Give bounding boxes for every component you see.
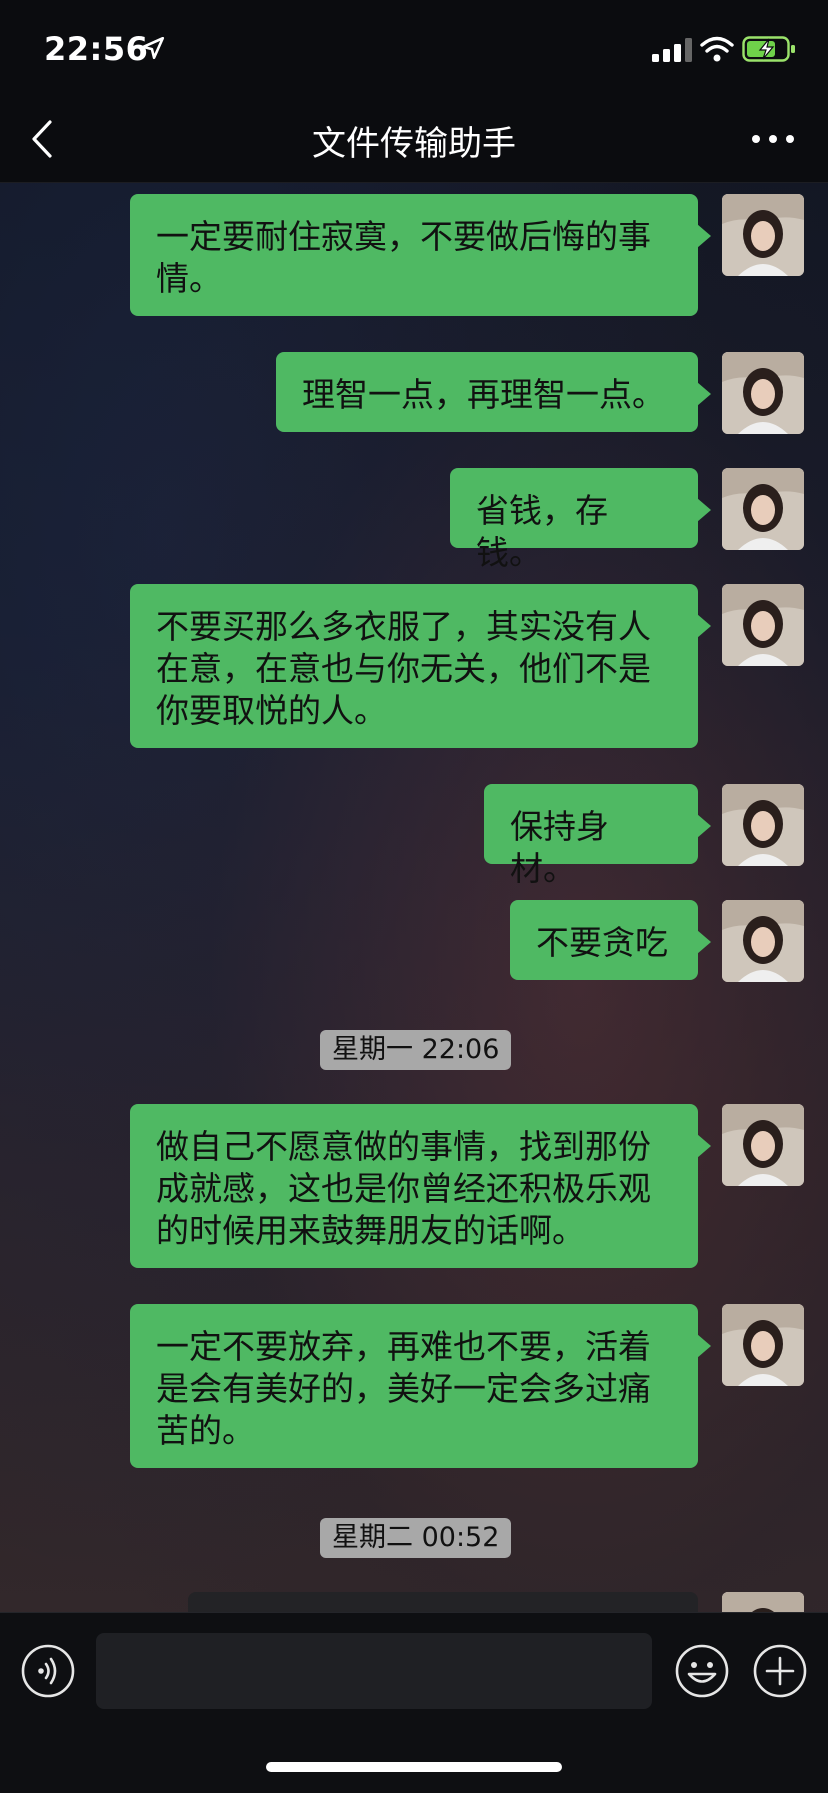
signal-icon <box>652 38 692 62</box>
nav-bar: 文件传输助手 <box>0 96 828 183</box>
location-arrow-icon <box>141 36 165 60</box>
wifi-icon <box>700 36 734 62</box>
home-indicator[interactable] <box>266 1762 562 1772</box>
avatar[interactable] <box>722 1304 804 1386</box>
plus-icon[interactable] <box>752 1643 808 1699</box>
avatar[interactable] <box>722 352 804 434</box>
avatar[interactable] <box>722 900 804 982</box>
portrait-icon <box>722 352 804 434</box>
portrait-icon <box>722 1104 804 1186</box>
message-input[interactable] <box>96 1633 652 1709</box>
voice-icon[interactable] <box>20 1643 76 1699</box>
status-time: 22:56 <box>44 30 149 68</box>
timestamp: 星期二 00:52 <box>320 1518 512 1558</box>
portrait-icon <box>722 468 804 550</box>
avatar[interactable] <box>722 784 804 866</box>
emoji-icon[interactable] <box>674 1643 730 1699</box>
message-bubble[interactable]: 一定要耐住寂寞，不要做后悔的事情。 <box>130 194 711 316</box>
timestamp: 星期一 22:06 <box>320 1030 512 1070</box>
message-bubble[interactable]: 不要贪吃 <box>510 900 711 980</box>
portrait-icon <box>722 194 804 276</box>
battery-charging-icon <box>742 36 795 62</box>
avatar[interactable] <box>722 194 804 276</box>
portrait-icon <box>722 1304 804 1386</box>
avatar[interactable] <box>722 468 804 550</box>
message-bubble[interactable]: 省钱，存钱。 <box>450 468 711 572</box>
more-dots-icon[interactable] <box>748 124 798 154</box>
status-bar: 22:56 <box>0 0 828 96</box>
portrait-icon <box>722 900 804 982</box>
message-bubble[interactable]: 不要买那么多衣服了，其实没有人在意，在意也与你无关，他们不是你要取悦的人。 <box>130 584 711 748</box>
message-bubble[interactable]: 一定不要放弃，再难也不要，活着是会有美好的，美好一定会多过痛苦的。 <box>130 1304 711 1468</box>
message-bubble[interactable]: 保持身材。 <box>484 784 711 888</box>
avatar[interactable] <box>722 584 804 666</box>
portrait-icon <box>722 584 804 666</box>
message-bubble[interactable]: 理智一点，再理智一点。 <box>276 352 711 432</box>
chat-title: 文件传输助手 <box>312 124 516 164</box>
portrait-icon <box>722 784 804 866</box>
avatar[interactable] <box>722 1104 804 1186</box>
message-bubble[interactable]: 做自己不愿意做的事情，找到那份成就感，这也是你曾经还积极乐观的时候用来鼓舞朋友的… <box>130 1104 711 1268</box>
